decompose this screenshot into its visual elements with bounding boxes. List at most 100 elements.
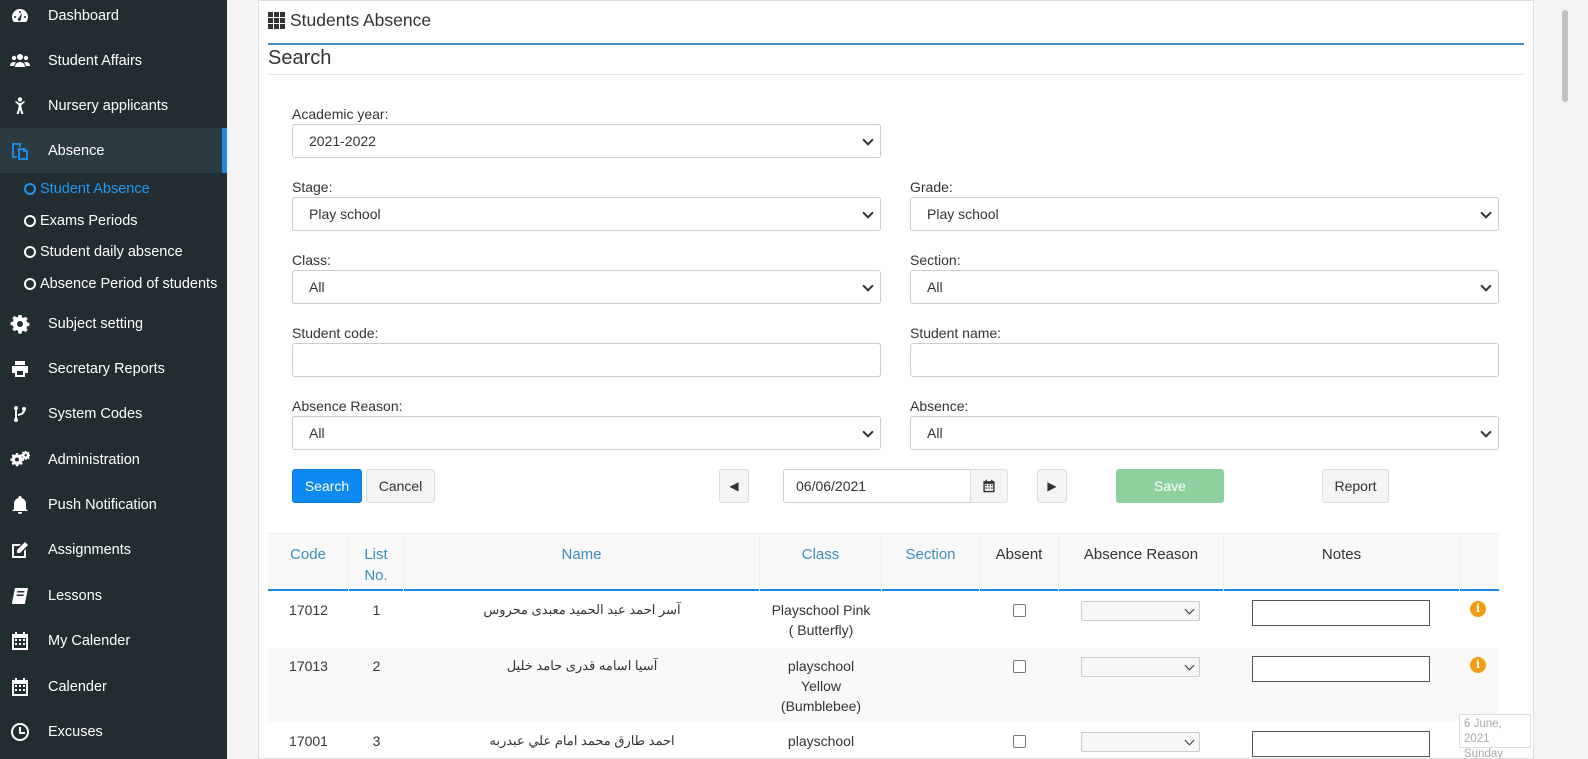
absent-checkbox[interactable] xyxy=(1013,660,1026,673)
chevron-down-icon xyxy=(862,134,874,146)
sidebar-item-dashboard[interactable]: Dashboard xyxy=(0,0,227,38)
sidebar-item-administration[interactable]: Administration xyxy=(0,437,227,482)
calendar-icon xyxy=(983,479,995,493)
absence-reason-dropdown[interactable] xyxy=(1081,732,1200,752)
sidebar-item-excuses[interactable]: Excuses xyxy=(0,709,227,754)
grade-select[interactable]: Play school xyxy=(910,197,1499,231)
sidebar-item-absence[interactable]: Absence xyxy=(0,128,227,173)
sidebar-item-student-affairs[interactable]: Student Affairs xyxy=(0,38,227,83)
child-icon xyxy=(0,96,48,116)
page-title-text: Students Absence xyxy=(290,10,432,30)
sidebar-item-label: Nursery applicants xyxy=(48,97,169,114)
cancel-button[interactable]: Cancel xyxy=(366,469,435,503)
chevron-down-icon xyxy=(862,280,874,292)
column-header-list-no[interactable]: List No. xyxy=(349,534,404,592)
info-icon[interactable]: i xyxy=(1470,601,1486,617)
table-row: 17001 3 احمد طارق محمد امام علي عبدربه p… xyxy=(268,722,1499,759)
grade-label: Grade: xyxy=(910,179,953,195)
table-row: 17012 1 آسر احمد عبد الحميد معبدى محروس … xyxy=(268,592,1499,648)
cell-name: آسر احمد عبد الحميد معبدى محروس xyxy=(483,602,681,617)
table-header: Code List No. Name Class Section Absent … xyxy=(268,533,1499,592)
cell-class: playschool Yellow (Bumblebee) xyxy=(760,656,882,716)
sidebar-item-label: Absence xyxy=(48,142,105,159)
chevron-down-icon xyxy=(1184,604,1195,615)
sidebar-item-calender[interactable]: Calender xyxy=(0,664,227,709)
cell-class-line: ( Butterfly) xyxy=(788,622,854,638)
next-date-button[interactable]: ▶ xyxy=(1037,469,1067,503)
stage-select[interactable]: Play school xyxy=(292,197,881,231)
column-header-code[interactable]: Code xyxy=(268,534,349,592)
sidebar-item-label: Administration xyxy=(48,451,140,468)
bell-icon xyxy=(0,495,48,515)
cell-code: 17001 xyxy=(289,733,328,749)
date-tooltip: 6 June, 2021 Sunday xyxy=(1459,714,1531,759)
sidebar-item-subject-setting[interactable]: Subject setting xyxy=(0,301,227,346)
class-select[interactable]: All xyxy=(292,270,881,304)
column-header-section[interactable]: Section xyxy=(882,534,980,592)
absence-value: All xyxy=(927,425,943,441)
sidebar-item-label: Push Notification xyxy=(48,496,157,513)
circle-icon xyxy=(24,183,36,195)
search-divider xyxy=(268,74,1524,75)
search-heading: Search xyxy=(268,47,332,69)
prev-date-button[interactable]: ◀ xyxy=(719,469,749,503)
report-button[interactable]: Report xyxy=(1322,469,1389,503)
column-header-name[interactable]: Name xyxy=(404,534,760,592)
sidebar-item-lessons[interactable]: Lessons xyxy=(0,573,227,618)
absence-reason-dropdown[interactable] xyxy=(1081,601,1200,621)
subitem-exams-periods[interactable]: Exams Periods xyxy=(24,206,138,236)
subitem-student-daily-absence[interactable]: Student daily absence xyxy=(24,237,183,267)
title-divider xyxy=(268,43,1524,45)
sidebar-item-my-calender[interactable]: My Calender xyxy=(0,618,227,663)
student-code-input[interactable] xyxy=(292,343,881,377)
cell-class-line: playschool xyxy=(787,658,855,674)
academic-year-select[interactable]: 2021-2022 xyxy=(292,124,881,158)
student-name-input[interactable] xyxy=(910,343,1499,377)
search-button[interactable]: Search xyxy=(292,469,362,503)
absent-checkbox[interactable] xyxy=(1013,735,1026,748)
academic-year-label: Academic year: xyxy=(292,106,389,122)
subitem-label: Absence Period of students xyxy=(40,276,218,292)
subitem-student-absence[interactable]: Student Absence xyxy=(24,174,150,204)
sidebar-item-secretary-reports[interactable]: Secretary Reports xyxy=(0,346,227,391)
sidebar-item-label: Subject setting xyxy=(48,315,144,332)
date-input[interactable]: 06/06/2021 xyxy=(783,469,971,503)
scrollbar[interactable] xyxy=(1562,10,1568,102)
circle-icon xyxy=(24,215,36,227)
table-row: 17013 2 آسيا اسامه قدرى حامد خليل playsc… xyxy=(268,648,1499,722)
dashboard-icon xyxy=(0,6,48,26)
sidebar: Dashboard Student Affairs Nursery applic… xyxy=(0,0,227,759)
circle-icon xyxy=(24,278,36,290)
sidebar-item-system-codes[interactable]: System Codes xyxy=(0,391,227,436)
cell-class: Playschool Pink ( Butterfly) xyxy=(760,600,882,640)
section-select[interactable]: All xyxy=(910,270,1499,304)
column-header-class[interactable]: Class xyxy=(760,534,882,592)
absence-reason-value: All xyxy=(309,425,325,441)
absence-reason-dropdown[interactable] xyxy=(1081,657,1200,677)
save-button[interactable]: Save xyxy=(1116,469,1224,503)
chevron-down-icon xyxy=(1480,426,1492,438)
stage-value: Play school xyxy=(309,206,381,222)
cell-code: 17013 xyxy=(289,658,328,674)
subitem-label: Student Absence xyxy=(40,181,150,197)
absence-reason-select[interactable]: All xyxy=(292,416,881,450)
calendar-button[interactable] xyxy=(970,469,1008,503)
subitem-absence-period[interactable]: Absence Period of students xyxy=(24,269,217,299)
class-value: All xyxy=(309,279,325,295)
absent-checkbox[interactable] xyxy=(1013,604,1026,617)
notes-input[interactable] xyxy=(1252,731,1430,757)
sidebar-item-assignments[interactable]: Assignments xyxy=(0,527,227,572)
sidebar-item-push-notification[interactable]: Push Notification xyxy=(0,482,227,527)
subitem-label: Exams Periods xyxy=(40,213,138,229)
sidebar-item-nursery-applicants[interactable]: Nursery applicants xyxy=(0,83,227,128)
notes-input[interactable] xyxy=(1252,600,1430,626)
print-icon xyxy=(0,359,48,379)
cell-name: احمد طارق محمد امام علي عبدربه xyxy=(489,733,675,748)
sidebar-item-label: My Calender xyxy=(48,632,131,649)
absence-select[interactable]: All xyxy=(910,416,1499,450)
chevron-down-icon xyxy=(1480,207,1492,219)
notes-input[interactable] xyxy=(1252,656,1430,682)
chevron-down-icon xyxy=(1184,735,1195,746)
code-fork-icon xyxy=(0,404,48,424)
info-icon[interactable]: i xyxy=(1470,657,1486,673)
